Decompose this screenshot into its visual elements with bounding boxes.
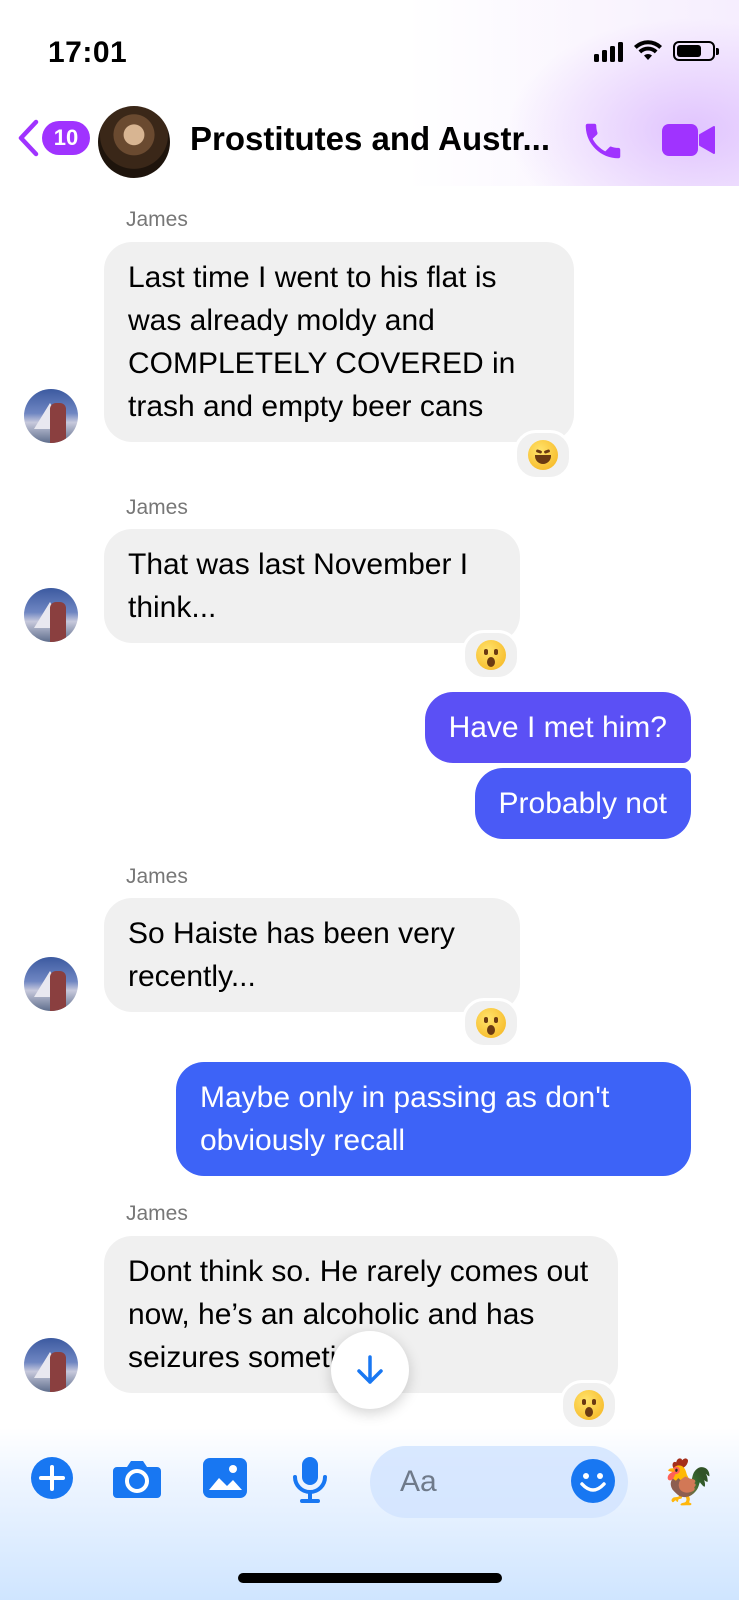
outgoing-message[interactable]: Have I met him?	[424, 692, 691, 763]
sender-name: James	[126, 496, 188, 519]
sender-name: James	[126, 208, 188, 231]
back-button[interactable]: 10	[16, 118, 90, 158]
status-time: 17:01	[48, 36, 128, 69]
status-icons	[594, 40, 719, 62]
sender-name: James	[126, 865, 188, 888]
rooster-quick-reaction[interactable]: 🐓	[660, 1456, 715, 1508]
chat-title[interactable]: Prostitutes and Austr...	[190, 120, 562, 158]
unread-count-badge: 10	[42, 121, 90, 155]
scroll-to-bottom-button[interactable]	[331, 1331, 409, 1409]
phone-icon[interactable]	[580, 118, 626, 169]
chat-header: 10 Prostitutes and Austr...	[0, 100, 739, 186]
group-avatar[interactable]	[98, 106, 170, 178]
surprised-emoji-reaction[interactable]	[462, 998, 520, 1048]
avatar[interactable]	[24, 588, 78, 642]
smiley-icon[interactable]	[570, 1458, 616, 1509]
wifi-icon	[634, 40, 662, 60]
plus-icon[interactable]	[30, 1456, 74, 1505]
outgoing-message[interactable]: Probably not	[474, 768, 691, 839]
image-icon[interactable]	[202, 1456, 248, 1505]
incoming-message[interactable]: So Haiste has been very recently...	[104, 898, 520, 1012]
incoming-message[interactable]: That was last November I think...	[104, 529, 520, 643]
surprised-emoji-reaction[interactable]	[560, 1380, 618, 1430]
outgoing-message[interactable]: Maybe only in passing as don't obviously…	[176, 1062, 691, 1176]
avatar[interactable]	[24, 957, 78, 1011]
home-indicator	[238, 1573, 502, 1583]
avatar[interactable]	[24, 1338, 78, 1392]
incoming-message[interactable]: Last time I went to his flat is was alre…	[104, 242, 574, 442]
sender-name: James	[126, 1202, 188, 1225]
video-camera-icon[interactable]	[662, 122, 716, 163]
signal-icon	[594, 40, 623, 62]
surprised-emoji-reaction[interactable]	[462, 630, 520, 680]
battery-icon	[673, 41, 719, 61]
microphone-icon[interactable]	[290, 1456, 330, 1509]
laughing-emoji-reaction[interactable]	[514, 430, 572, 480]
arrow-down-icon	[357, 1355, 383, 1384]
avatar[interactable]	[24, 389, 78, 443]
camera-icon[interactable]	[112, 1456, 162, 1505]
chevron-left-icon	[18, 119, 39, 157]
